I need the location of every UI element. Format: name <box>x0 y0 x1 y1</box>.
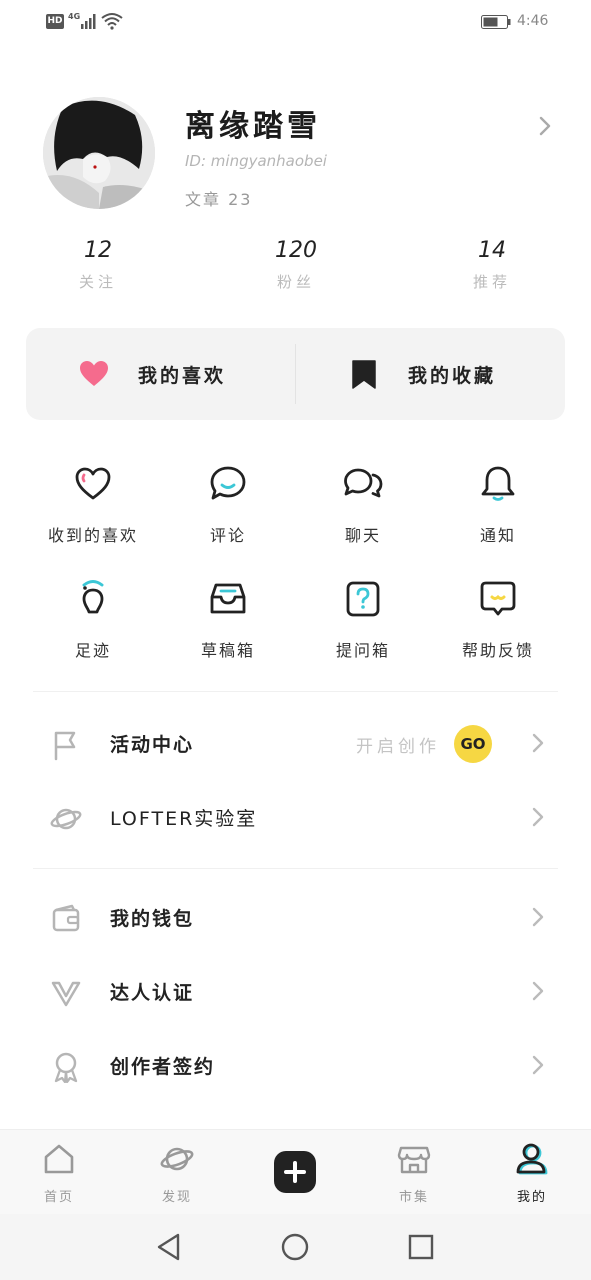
profile-id: ID: mingyanhaobei <box>185 152 327 170</box>
status-bar: HD 4G 4:46 <box>0 0 591 44</box>
grid-label: 聊天 <box>344 526 381 545</box>
wifi-icon <box>101 13 123 30</box>
chat-icon <box>344 468 383 498</box>
stat-label: 粉丝 <box>276 273 315 291</box>
menu-label: 达人认证 <box>110 982 195 1004</box>
discover-planet-icon <box>160 1147 194 1171</box>
clock: 4:46 <box>517 13 549 29</box>
grid-notifications[interactable]: 通知 <box>428 464 568 546</box>
stat-value: 120 <box>275 238 317 263</box>
menu-hint: 开启创作 <box>356 737 440 757</box>
verified-v-icon <box>51 981 81 1007</box>
create-post-button[interactable] <box>274 1151 316 1193</box>
menu-label: 创作者签约 <box>110 1056 216 1078</box>
tab-mine[interactable]: 我的 <box>492 1142 572 1205</box>
grid-label: 草稿箱 <box>200 641 255 660</box>
back-icon[interactable] <box>154 1232 184 1262</box>
home-circle-icon[interactable] <box>280 1232 310 1262</box>
stat-label: 关注 <box>78 273 117 291</box>
grid-label: 评论 <box>209 526 246 545</box>
menu-expert-verification[interactable]: 达人认证 <box>0 962 591 1022</box>
tab-label: 发现 <box>161 1190 192 1205</box>
flag-icon <box>54 731 76 761</box>
menu-label: LOFTER实验室 <box>110 808 258 830</box>
battery-icon <box>481 15 511 29</box>
my-favorites-button[interactable]: 我的收藏 <box>348 328 565 420</box>
tab-label: 我的 <box>516 1190 547 1205</box>
heart-icon <box>80 361 108 386</box>
signal-icon <box>81 14 96 29</box>
grid-drafts[interactable]: 草稿箱 <box>158 579 298 661</box>
award-ribbon-icon <box>54 1052 78 1083</box>
wallet-icon <box>52 904 80 932</box>
menu-label: 活动中心 <box>110 734 195 756</box>
chevron-right-icon <box>532 733 544 753</box>
chevron-right-icon <box>532 807 544 827</box>
store-icon <box>397 1146 431 1174</box>
menu-label: 我的钱包 <box>110 908 195 930</box>
my-likes-button[interactable]: 我的喜欢 <box>78 328 295 420</box>
tab-market[interactable]: 市集 <box>374 1142 454 1205</box>
menu-activity-center[interactable]: 活动中心 开启创作 GO <box>0 714 591 774</box>
my-likes-label: 我的喜欢 <box>138 364 227 387</box>
draft-box-icon <box>210 583 246 614</box>
stat-label: 推荐 <box>472 273 511 291</box>
tab-label: 首页 <box>43 1190 74 1205</box>
grid-label: 帮助反馈 <box>461 641 534 660</box>
heart-outline-icon <box>75 467 111 500</box>
grid-footprint[interactable]: 足迹 <box>23 579 163 661</box>
stat-value: 14 <box>478 238 506 263</box>
grid-label: 收到的喜欢 <box>47 526 138 545</box>
section-divider <box>33 691 558 692</box>
chevron-right-icon <box>532 1055 544 1075</box>
grid-comments[interactable]: 评论 <box>158 464 298 546</box>
bell-icon <box>481 466 515 501</box>
menu-lofter-lab[interactable]: LOFTER实验室 <box>0 788 591 848</box>
avatar-image <box>43 97 155 209</box>
menu-creator-contract[interactable]: 创作者签约 <box>0 1036 591 1096</box>
tab-discover[interactable]: 发现 <box>137 1142 217 1205</box>
home-icon <box>44 1144 74 1174</box>
stat-fans[interactable]: 120 粉丝 <box>236 238 356 292</box>
chevron-right-icon[interactable] <box>536 114 554 138</box>
question-box-icon <box>346 581 380 617</box>
system-nav-bar <box>0 1214 591 1280</box>
stat-value: 12 <box>84 238 112 263</box>
chevron-right-icon <box>532 907 544 927</box>
profile-icon <box>516 1143 548 1175</box>
stat-recommend[interactable]: 14 推荐 <box>432 238 552 292</box>
network-type: 4G <box>68 12 81 21</box>
bookmark-icon <box>352 360 376 389</box>
grid-help-feedback[interactable]: 帮助反馈 <box>428 579 568 661</box>
hd-indicator: HD <box>46 14 64 29</box>
planet-icon <box>50 808 82 830</box>
recents-square-icon[interactable] <box>406 1232 436 1262</box>
article-count: 文章 23 <box>185 190 253 209</box>
profile-name: 离缘踏雪 <box>185 109 321 144</box>
bottom-tab-bar: 首页 发现 市集 我的 <box>0 1129 591 1214</box>
grid-question-box[interactable]: 提问箱 <box>293 579 433 661</box>
stat-following[interactable]: 12 关注 <box>38 238 158 292</box>
tab-label: 市集 <box>398 1190 429 1205</box>
menu-wallet[interactable]: 我的钱包 <box>0 888 591 948</box>
card-divider <box>295 344 296 404</box>
chevron-right-icon <box>532 981 544 1001</box>
grid-chat[interactable]: 聊天 <box>293 464 433 546</box>
my-favorites-label: 我的收藏 <box>408 364 497 387</box>
section-divider <box>33 868 558 869</box>
plus-icon <box>284 1161 306 1183</box>
grid-received-likes[interactable]: 收到的喜欢 <box>23 464 163 546</box>
grid-label: 提问箱 <box>335 641 390 660</box>
go-badge[interactable]: GO <box>454 725 492 763</box>
avatar[interactable] <box>43 97 155 209</box>
help-feedback-icon <box>480 581 516 616</box>
footprint-icon <box>82 580 104 614</box>
grid-label: 通知 <box>479 526 516 545</box>
grid-label: 足迹 <box>74 641 111 660</box>
quick-access-card: 我的喜欢 我的收藏 <box>26 328 565 420</box>
comment-icon <box>210 466 246 500</box>
tab-home[interactable]: 首页 <box>19 1142 99 1205</box>
